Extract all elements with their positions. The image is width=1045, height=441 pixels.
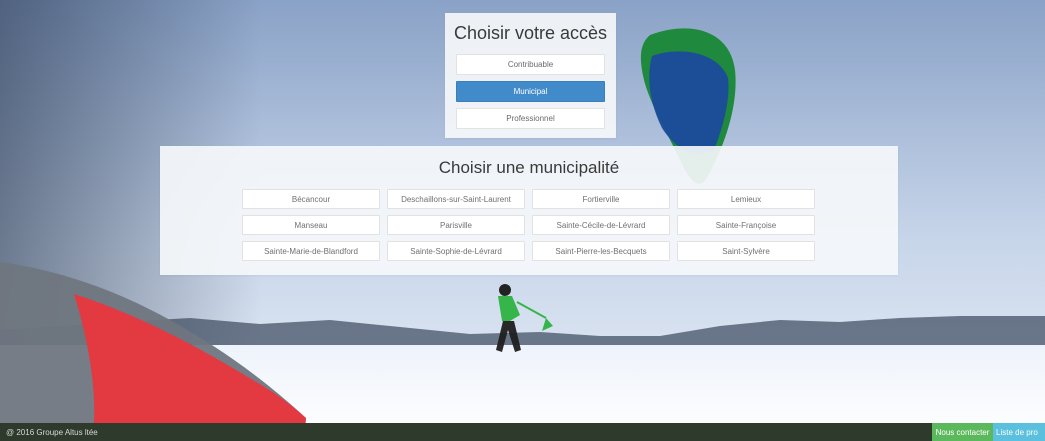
municipality-title: Choisir une municipalité [438,158,620,177]
municipality-button[interactable]: Manseau [242,215,380,235]
municipality-button[interactable]: Sainte-Marie-de-Blandford [242,241,380,261]
contact-button[interactable]: Nous contacter [932,423,993,441]
municipality-button[interactable]: Parisville [387,215,525,235]
access-panel: Choisir votre accès Contribuable Municip… [445,13,616,138]
copyright-text: @ 2016 Groupe Altus ltée [6,427,98,437]
access-buttons: Contribuable Municipal Professionnel [445,54,616,129]
municipality-panel: Choisir une municipalité Bécancour Desch… [160,146,898,275]
municipality-button[interactable]: Sainte-Cécile-de-Lévrard [532,215,670,235]
access-title: Choisir votre accès [453,23,608,43]
municipality-button[interactable]: Saint-Pierre-les-Becquets [532,241,670,261]
access-button-contribuable[interactable]: Contribuable [456,54,605,75]
municipality-button[interactable]: Bécancour [242,189,380,209]
footer-bar: @ 2016 Groupe Altus ltée Nous contacter … [0,423,1045,441]
list-button[interactable]: Liste de pro [993,423,1045,441]
municipality-grid: Bécancour Deschaillons-sur-Saint-Laurent… [242,189,817,261]
login-page: Choisir votre accès Contribuable Municip… [0,0,1045,441]
municipality-button[interactable]: Fortierville [532,189,670,209]
access-button-municipal[interactable]: Municipal [456,81,605,102]
municipality-button[interactable]: Sainte-Sophie-de-Lévrard [387,241,525,261]
municipality-button[interactable]: Saint-Sylvère [677,241,815,261]
municipality-button[interactable]: Sainte-Françoise [677,215,815,235]
footer-buttons: Nous contacter Liste de pro [932,423,1045,441]
municipality-button[interactable]: Deschaillons-sur-Saint-Laurent [387,189,525,209]
access-button-professionnel[interactable]: Professionnel [456,108,605,129]
municipality-button[interactable]: Lemieux [677,189,815,209]
